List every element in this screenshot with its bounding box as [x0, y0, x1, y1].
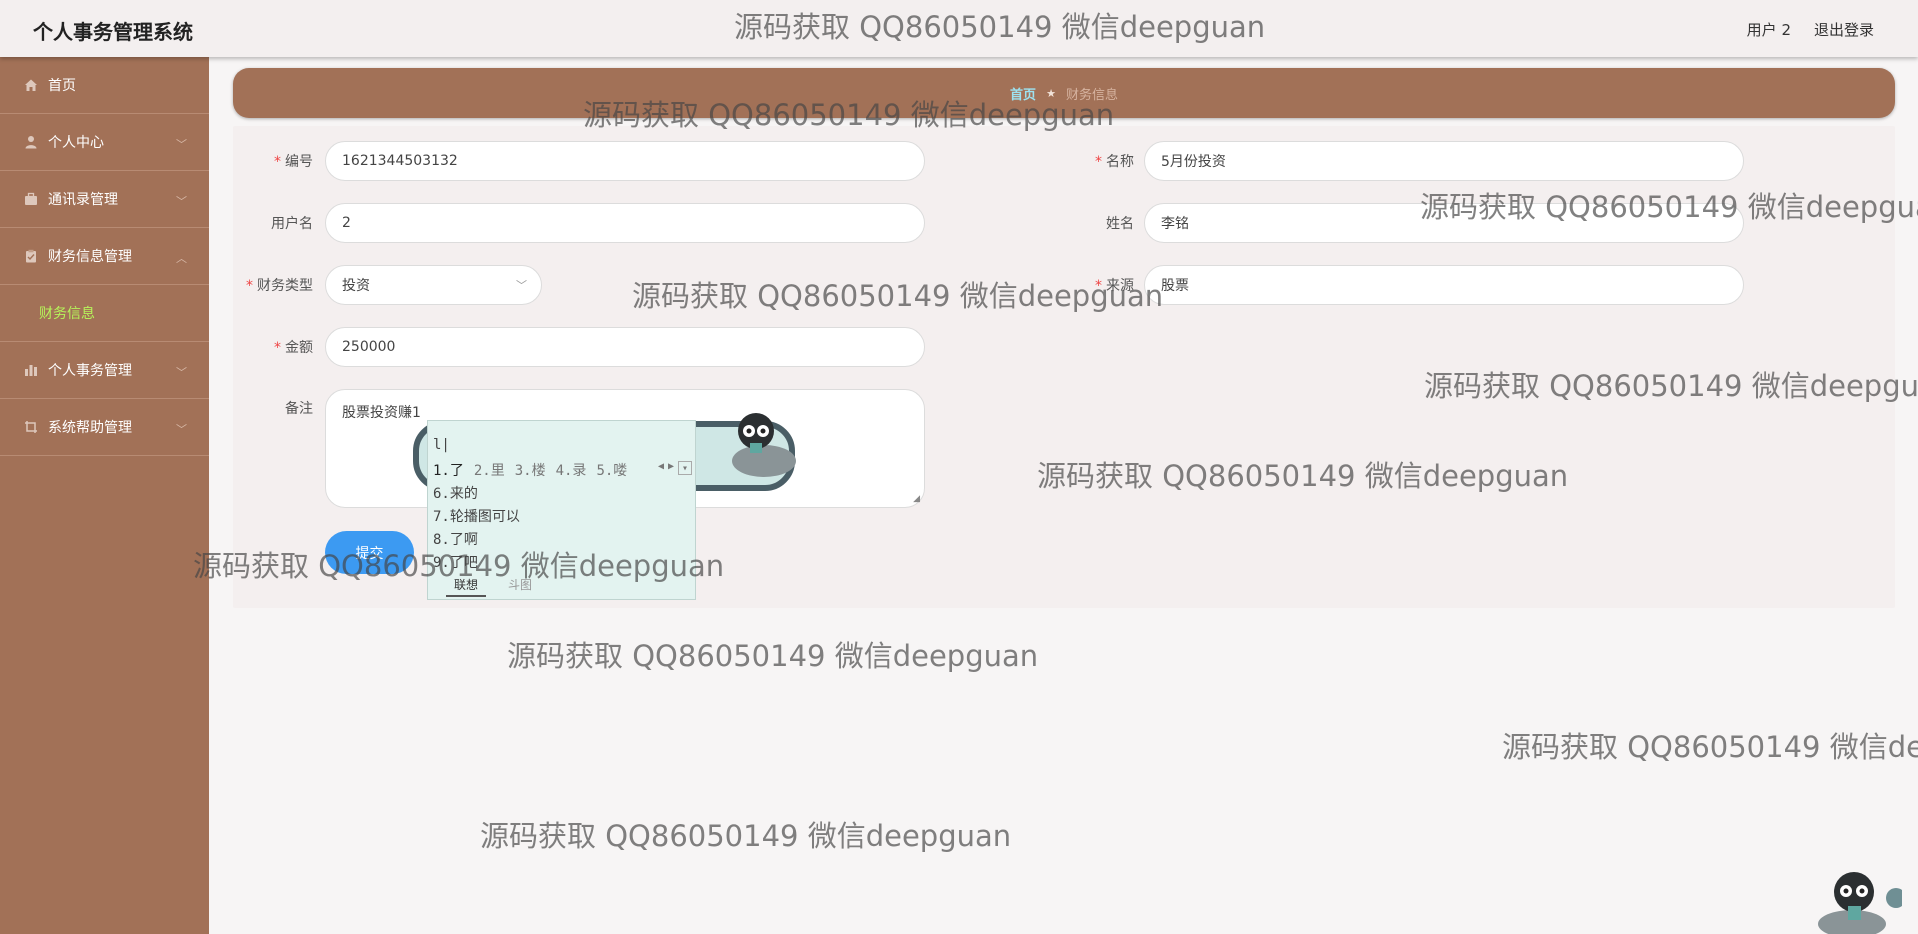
- ime-tab-sticker[interactable]: 斗图: [508, 576, 532, 597]
- corner-mascot-icon: [1818, 872, 1902, 934]
- app-title: 个人事务管理系统: [33, 20, 193, 44]
- chevron-down-icon: ﹀: [176, 366, 187, 379]
- submit-button[interactable]: 提交: [325, 531, 414, 574]
- realname-label: 姓名: [1106, 216, 1134, 232]
- amount-label: * 金额: [274, 340, 313, 356]
- type-select-value: 投资: [342, 278, 370, 294]
- username-label: 用户名: [271, 216, 313, 232]
- ime-tabs: 联想 斗图: [446, 576, 532, 597]
- chevron-down-icon: ﹀: [176, 423, 187, 436]
- ime-candidate[interactable]: 1.了: [433, 460, 464, 480]
- ime-candidate-popup: l| 1.了 2.里 3.楼 4.录 5.喽 ◀ ▶ ▾ 6.来的 7.轮播图可…: [427, 420, 696, 600]
- type-label: * 财务类型: [246, 278, 313, 294]
- sidebar-item-label: 首页: [48, 78, 76, 94]
- amount-input[interactable]: 250000: [325, 327, 925, 367]
- ime-candidate[interactable]: 9.了吧: [433, 552, 478, 572]
- name-input[interactable]: 5月份投资: [1144, 141, 1744, 181]
- ime-mascot-icon: [732, 413, 796, 477]
- sidebar-item-label: 通讯录管理: [48, 192, 118, 208]
- sidebar-item-label: 系统帮助管理: [48, 420, 132, 436]
- resize-handle-icon[interactable]: ◢: [913, 494, 920, 504]
- chevron-down-icon: ﹀: [176, 195, 187, 208]
- required-mark: *: [246, 278, 253, 294]
- sidebar-item-help[interactable]: 系统帮助管理 ﹀: [0, 399, 209, 456]
- source-input[interactable]: 股票: [1144, 265, 1744, 305]
- required-mark: *: [1095, 278, 1102, 294]
- user-icon: [23, 134, 39, 150]
- code-input[interactable]: 1621344503132: [325, 141, 925, 181]
- crop-icon: [23, 419, 39, 435]
- realname-input[interactable]: 李铭: [1144, 203, 1744, 243]
- sidebar-item-home[interactable]: 首页: [0, 57, 209, 114]
- logout-link[interactable]: 退出登录: [1814, 19, 1874, 40]
- ime-candidate[interactable]: 5.喽: [596, 460, 627, 480]
- sidebar-item-label: 个人事务管理: [48, 363, 132, 379]
- chevron-down-icon: ﹀: [516, 279, 527, 292]
- type-select[interactable]: 投资 ﹀: [325, 265, 542, 305]
- ime-candidate[interactable]: 4.录: [556, 460, 587, 480]
- source-label: * 来源: [1095, 278, 1134, 294]
- ime-candidate[interactable]: 7.轮播图可以: [433, 506, 520, 526]
- bar-chart-icon: [23, 362, 39, 378]
- chevron-down-icon: ﹀: [176, 138, 187, 151]
- chevron-up-icon: ︿: [176, 252, 187, 265]
- watermark-text: 源码获取 QQ86050149 微信deepguan: [480, 819, 1012, 853]
- ime-candidate[interactable]: 2.里: [474, 460, 505, 480]
- prev-page-icon[interactable]: ◀: [658, 461, 664, 475]
- sidebar-item-label: 财务信息管理: [48, 249, 132, 265]
- watermark-text: 源码获取 QQ86050149 微信deepguan: [1502, 730, 1918, 764]
- ime-candidate[interactable]: 8.了啊: [433, 529, 478, 549]
- breadcrumb: 首页 ★ 财务信息: [233, 68, 1895, 118]
- ime-candidate[interactable]: 3.楼: [515, 460, 546, 480]
- home-icon: [23, 77, 39, 93]
- sidebar-item-personal-center[interactable]: 个人中心 ﹀: [0, 114, 209, 171]
- code-label: * 编号: [274, 154, 313, 170]
- sidebar-subitem-finance-info[interactable]: 财务信息: [0, 285, 209, 342]
- ime-tab-association[interactable]: 联想: [446, 576, 487, 597]
- required-mark: *: [274, 340, 281, 356]
- required-mark: *: [1095, 154, 1102, 170]
- briefcase-icon: [23, 191, 39, 207]
- remark-label: 备注: [285, 401, 313, 417]
- clipboard-icon: [23, 248, 39, 264]
- ime-candidate[interactable]: 6.来的: [433, 483, 478, 503]
- top-header: 个人事务管理系统 用户 2 退出登录: [0, 0, 1918, 57]
- header-actions: 用户 2 退出登录: [1747, 19, 1874, 40]
- sidebar-item-affairs[interactable]: 个人事务管理 ﹀: [0, 342, 209, 399]
- breadcrumb-current: 财务信息: [1065, 87, 1118, 103]
- breadcrumb-home[interactable]: 首页: [1010, 84, 1036, 103]
- sidebar: 首页 个人中心 ﹀ 通讯录管理 ﹀ 财务信息管理 ︿ 财务信息 个人事务管理 ﹀: [0, 57, 209, 934]
- ime-candidate-row: 1.了 2.里 3.楼 4.录 5.喽: [433, 460, 627, 480]
- username-input[interactable]: 2: [325, 203, 925, 243]
- sidebar-item-contacts[interactable]: 通讯录管理 ﹀: [0, 171, 209, 228]
- user-name-link[interactable]: 用户 2: [1747, 19, 1791, 40]
- remark-text: 股票投资赚1: [342, 405, 421, 421]
- expand-icon[interactable]: ▾: [678, 461, 692, 475]
- star-separator-icon: ★: [1046, 86, 1056, 100]
- next-page-icon[interactable]: ▶: [668, 461, 674, 475]
- watermark-text: 源码获取 QQ86050149 微信deepguan: [507, 639, 1039, 673]
- sidebar-item-finance[interactable]: 财务信息管理 ︿: [0, 228, 209, 285]
- sidebar-item-label: 个人中心: [48, 135, 104, 151]
- name-label: * 名称: [1095, 154, 1134, 170]
- ime-nav: ◀ ▶ ▾: [658, 461, 692, 475]
- ime-pinyin: l|: [433, 437, 450, 453]
- required-mark: *: [274, 154, 281, 170]
- sidebar-subitem-label: 财务信息: [39, 306, 95, 322]
